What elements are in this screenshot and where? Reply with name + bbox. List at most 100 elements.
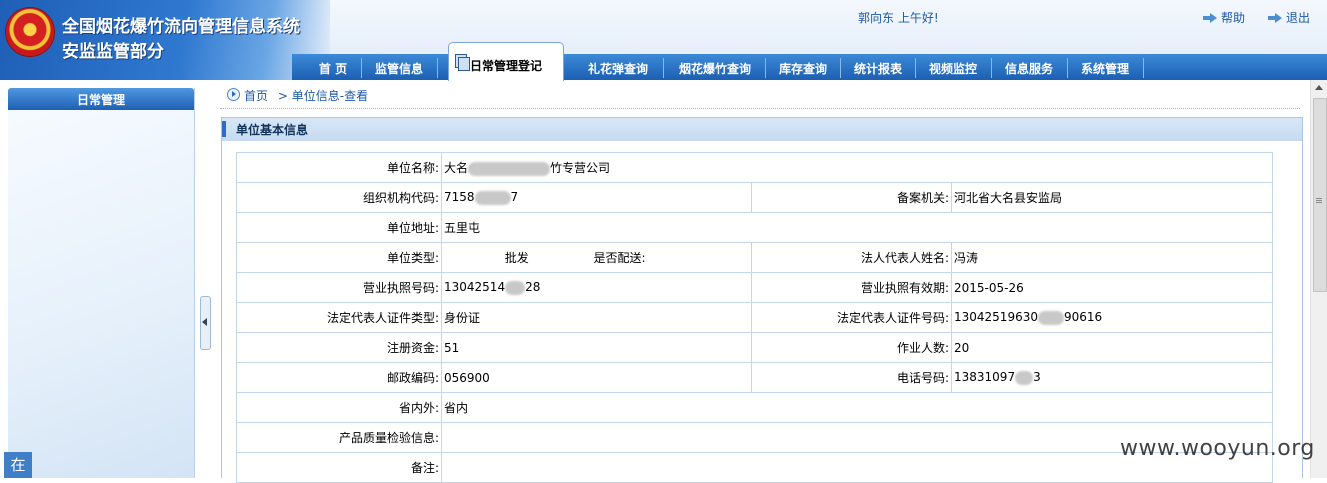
legal-rep-value: 冯涛: [950, 242, 1274, 273]
unit-type-value: 批发: [441, 242, 592, 273]
sidebar-title: 日常管理: [76, 93, 125, 107]
quality-label: 产品质量检验信息:: [236, 422, 442, 453]
watermark: www.wooyun.org: [1120, 436, 1315, 461]
id-no-label: 法定代表人证件号码:: [751, 302, 952, 333]
nav-divider: [437, 58, 438, 78]
table-row: 组织机构代码: 7158 7 备案机关: 河北省大名县安监局: [236, 182, 1274, 213]
play-circle-icon: [227, 88, 240, 101]
license-no-label: 营业执照号码:: [236, 272, 442, 303]
table-row: 单位地址: 五里屯: [236, 212, 1274, 243]
nav-information-service[interactable]: 信息服务: [996, 54, 1062, 80]
address-value: 五里屯: [440, 212, 1274, 243]
nav-video-monitoring[interactable]: 视频监控: [920, 54, 986, 80]
nav-divider: [1067, 58, 1068, 78]
legal-rep-label: 法人代表人姓名:: [751, 242, 952, 273]
redaction-blur: [468, 161, 551, 176]
nav-inventory-query[interactable]: 库存查询: [770, 54, 836, 80]
help-link[interactable]: 帮助: [1203, 9, 1245, 26]
id-no-prefix: 13042519630: [954, 310, 1038, 325]
phone-value: 13831097 3: [950, 362, 1274, 393]
grip-icon: [1316, 198, 1322, 199]
redaction-blur: [474, 190, 511, 205]
nav-divider: [840, 58, 841, 78]
table-row: 单位名称: 大名 竹专营公司: [236, 152, 1274, 183]
left-sidebar: [8, 88, 195, 478]
nav-divider: [765, 58, 766, 78]
nav-supervision-info[interactable]: 监管信息: [364, 54, 434, 80]
nav-fireworks-shell-query[interactable]: 礼花弹查询: [578, 54, 658, 80]
license-valid-value: 2015-05-26: [950, 272, 1274, 303]
nav-statistics-report[interactable]: 统计报表: [845, 54, 911, 80]
system-subtitle: 安监监管部分: [62, 42, 164, 62]
breadcrumb-home[interactable]: 首页: [244, 89, 268, 103]
nav-fireworks-query[interactable]: 烟花爆竹查询: [668, 54, 762, 80]
remark-label: 备注:: [236, 452, 442, 483]
divider: [220, 108, 1300, 109]
redaction-blur: [1037, 310, 1064, 325]
scrollbar-thumb[interactable]: [1313, 98, 1327, 292]
sidebar-collapse-handle[interactable]: [200, 296, 211, 350]
nav-divider: [1143, 58, 1144, 78]
record-org-value: 河北省大名县安监局: [950, 182, 1274, 213]
logout-label: 退出: [1286, 11, 1311, 25]
nav-divider: [991, 58, 992, 78]
table-row: 备注:: [236, 452, 1274, 483]
nav-daily-registration[interactable]: 日常管理登记: [470, 57, 542, 74]
arrow-right-icon: [1203, 12, 1217, 23]
system-title: 全国烟花爆竹流向管理信息系统: [62, 17, 300, 37]
section-marker: [222, 121, 226, 137]
scroll-up-icon[interactable]: [1315, 85, 1323, 90]
arrow-right-icon: [1268, 12, 1282, 23]
nav-divider: [361, 58, 362, 78]
province-value: 省内: [440, 392, 1274, 423]
logout-link[interactable]: 退出: [1268, 9, 1310, 26]
unit-name-prefix: 大名: [444, 161, 469, 175]
id-type-label: 法定代表人证件类型:: [236, 302, 442, 333]
breadcrumb-current: 单位信息-查看: [291, 89, 369, 103]
org-code-label: 组织机构代码:: [236, 182, 442, 213]
delivery-label: 是否配送:: [591, 242, 752, 273]
document-icon: [455, 54, 470, 71]
license-no-prefix: 13042514: [444, 280, 506, 295]
table-row: 法定代表人证件类型: 身份证 法定代表人证件号码: 13042519630 906…: [236, 302, 1274, 333]
address-label: 单位地址:: [236, 212, 442, 243]
capital-label: 注册资金:: [236, 332, 442, 363]
section-header: [221, 117, 1303, 142]
province-label: 省内外:: [236, 392, 442, 423]
nav-divider: [915, 58, 916, 78]
id-type-value: 身份证: [441, 302, 752, 333]
user-greeting: 郭向东 上午好!: [858, 11, 939, 25]
license-no-value: 13042514 28: [441, 272, 752, 303]
postcode-value: 056900: [441, 362, 752, 393]
capital-value: 51: [441, 332, 752, 363]
phone-label: 电话号码:: [751, 362, 952, 393]
breadcrumb: 首页 > 单位信息-查看: [244, 87, 368, 104]
postcode-label: 邮政编码:: [236, 362, 442, 393]
phone-prefix: 13831097: [954, 370, 1016, 385]
unit-name-label: 单位名称:: [236, 152, 442, 183]
online-service-tab[interactable]: 在: [4, 452, 32, 478]
nav-system-management[interactable]: 系统管理: [1072, 54, 1138, 80]
org-code-suffix: 7: [510, 190, 519, 205]
unit-info-table: 单位名称: 大名 竹专营公司 组织机构代码: 7158 7 备案机关: 河北省大名县…: [236, 152, 1274, 483]
redaction-blur: [505, 280, 526, 295]
unit-type-label: 单位类型:: [236, 242, 442, 273]
nav-home[interactable]: 首 页: [306, 54, 360, 80]
record-org-label: 备案机关:: [751, 182, 952, 213]
unit-name-suffix: 竹专营公司: [550, 161, 611, 175]
redaction-blur: [1015, 370, 1034, 385]
unit-name-value: 大名 竹专营公司: [440, 152, 1274, 183]
phone-suffix: 3: [1033, 370, 1041, 385]
staff-value: 20: [950, 332, 1274, 363]
table-row: 邮政编码: 056900 电话号码: 13831097 3: [236, 362, 1274, 393]
org-code-value: 7158 7: [441, 182, 752, 213]
org-code-prefix: 7158: [444, 190, 475, 205]
id-no-value: 13042519630 90616: [950, 302, 1274, 333]
breadcrumb-separator: >: [277, 89, 288, 103]
help-label: 帮助: [1221, 11, 1246, 25]
vertical-scrollbar[interactable]: [1310, 80, 1327, 478]
table-row: 营业执照号码: 13042514 28 营业执照有效期: 2015-05-26: [236, 272, 1274, 303]
license-valid-label: 营业执照有效期:: [751, 272, 952, 303]
license-no-suffix: 28: [525, 280, 541, 295]
nav-divider: [663, 58, 664, 78]
